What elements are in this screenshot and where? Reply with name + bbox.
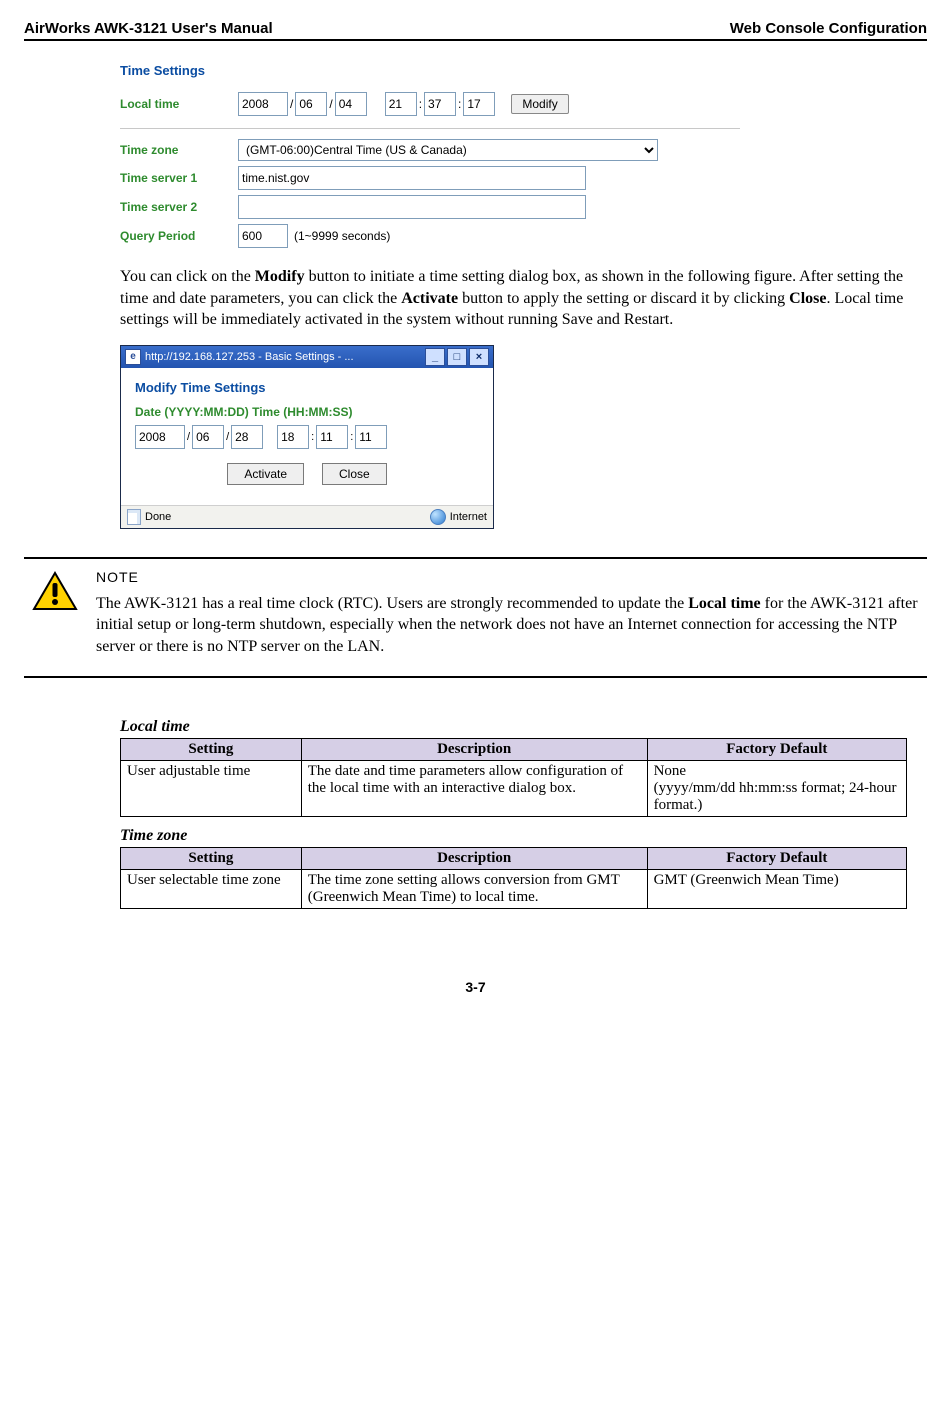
header-right: Web Console Configuration	[730, 20, 927, 37]
local-time-sec[interactable]	[463, 92, 495, 116]
dialog-subheading: Date (YYYY:MM:DD) Time (HH:MM:SS)	[135, 405, 479, 419]
page-header: AirWorks AWK-3121 User's Manual Web Cons…	[24, 20, 927, 41]
date-sep-2: /	[329, 97, 332, 111]
local-time-row: Local time / / : : Modify	[120, 92, 740, 116]
dlg-hour[interactable]	[277, 425, 309, 449]
modify-button[interactable]: Modify	[511, 94, 568, 114]
local-time-min[interactable]	[424, 92, 456, 116]
local-time-hour[interactable]	[385, 92, 417, 116]
table-row: User selectable time zone The time zone …	[121, 869, 907, 908]
th-default: Factory Default	[647, 738, 906, 760]
dialog-statusbar: Done Internet	[121, 505, 493, 528]
time-server-1-label: Time server 1	[120, 171, 238, 185]
globe-icon	[430, 509, 446, 525]
local-time-label: Local time	[120, 97, 238, 111]
date-sep: /	[290, 97, 293, 111]
time-zone-table: Setting Description Factory Default User…	[120, 847, 907, 909]
note-body: The AWK-3121 has a real time clock (RTC)…	[96, 593, 919, 658]
modify-time-dialog: e http://192.168.127.253 - Basic Setting…	[120, 345, 494, 529]
note-callout: NOTE The AWK-3121 has a real time clock …	[24, 557, 927, 678]
body-paragraph: You can click on the Modify button to in…	[120, 266, 907, 331]
dialog-heading: Modify Time Settings	[135, 380, 479, 395]
dialog-url: http://192.168.127.253 - Basic Settings …	[145, 351, 354, 363]
dlg-month[interactable]	[192, 425, 224, 449]
th-setting: Setting	[121, 738, 302, 760]
close-button[interactable]: Close	[322, 463, 387, 485]
status-done: Done	[145, 511, 171, 523]
time-server-1-input[interactable]	[238, 166, 586, 190]
th-desc: Description	[301, 738, 647, 760]
table-row: User adjustable time The date and time p…	[121, 760, 907, 816]
th-desc: Description	[301, 847, 647, 869]
cell-desc: The time zone setting allows conversion …	[301, 869, 647, 908]
dlg-day[interactable]	[231, 425, 263, 449]
dlg-year[interactable]	[135, 425, 185, 449]
dialog-titlebar: e http://192.168.127.253 - Basic Setting…	[121, 346, 493, 368]
status-internet: Internet	[450, 511, 487, 523]
th-setting: Setting	[121, 847, 302, 869]
time-zone-table-title: Time zone	[120, 827, 907, 845]
dlg-sec[interactable]	[355, 425, 387, 449]
local-time-table-title: Local time	[120, 718, 907, 736]
maximize-icon[interactable]: □	[447, 348, 467, 366]
time-server-2-label: Time server 2	[120, 200, 238, 214]
time-server-2-input[interactable]	[238, 195, 586, 219]
time-zone-select[interactable]: (GMT-06:00)Central Time (US & Canada)	[238, 139, 658, 161]
close-icon[interactable]: ×	[469, 348, 489, 366]
warning-icon	[32, 571, 78, 611]
query-period-hint: (1~9999 seconds)	[294, 229, 390, 243]
th-default: Factory Default	[647, 847, 906, 869]
cell-default: None (yyyy/mm/dd hh:mm:ss format; 24-hou…	[647, 760, 906, 816]
cell-default: GMT (Greenwich Mean Time)	[647, 869, 906, 908]
cell-desc: The date and time parameters allow confi…	[301, 760, 647, 816]
cell-setting: User adjustable time	[121, 760, 302, 816]
time-zone-label: Time zone	[120, 143, 238, 157]
page-number: 3-7	[24, 979, 927, 995]
activate-button[interactable]: Activate	[227, 463, 304, 485]
page-icon	[127, 509, 141, 525]
time-settings-panel: Time Settings Local time / / : : Modify …	[120, 63, 740, 248]
cell-setting: User selectable time zone	[121, 869, 302, 908]
local-time-table: Setting Description Factory Default User…	[120, 738, 907, 817]
local-time-year[interactable]	[238, 92, 288, 116]
time-sep: :	[419, 97, 422, 111]
local-time-month[interactable]	[295, 92, 327, 116]
divider	[120, 128, 740, 129]
minimize-icon[interactable]: _	[425, 348, 445, 366]
note-title: NOTE	[96, 569, 919, 585]
local-time-day[interactable]	[335, 92, 367, 116]
query-period-label: Query Period	[120, 229, 238, 243]
ie-icon: e	[125, 349, 141, 365]
time-settings-title: Time Settings	[120, 63, 740, 78]
header-left: AirWorks AWK-3121 User's Manual	[24, 20, 273, 37]
time-sep-2: :	[458, 97, 461, 111]
query-period-input[interactable]	[238, 224, 288, 248]
dlg-min[interactable]	[316, 425, 348, 449]
